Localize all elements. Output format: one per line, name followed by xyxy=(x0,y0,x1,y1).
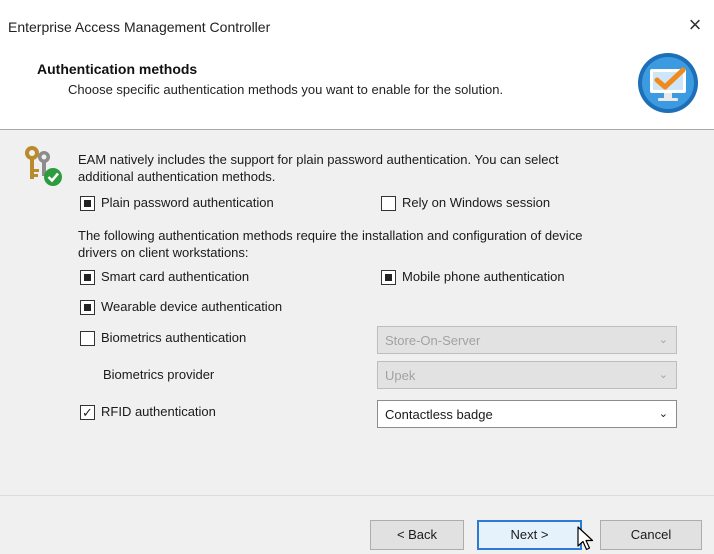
biometrics-label: Biometrics authentication xyxy=(101,330,247,345)
plain-password-label: Plain password authentication xyxy=(101,195,274,210)
title-bar: Enterprise Access Management Controller … xyxy=(0,0,714,38)
next-button[interactable]: Next > xyxy=(477,520,582,550)
chevron-down-icon: ⌄ xyxy=(658,334,668,346)
wizard-header: Authentication methods Choose specific a… xyxy=(0,38,714,130)
close-icon[interactable]: × xyxy=(684,14,706,36)
keys-icon xyxy=(25,146,62,186)
biometrics-provider-label: Biometrics provider xyxy=(103,367,215,382)
intro-text-line-2: additional authentication methods. xyxy=(78,169,276,184)
chevron-down-icon: ⌄ xyxy=(658,369,668,381)
windows-session-label: Rely on Windows session xyxy=(402,195,551,210)
biometrics-storage-value: Store-On-Server xyxy=(385,333,481,348)
biometrics-storage-select[interactable]: Store-On-Server ⌄ xyxy=(377,326,677,354)
biometrics-provider-select[interactable]: Upek ⌄ xyxy=(377,361,677,389)
plain-password-checkbox[interactable] xyxy=(80,196,95,211)
cancel-button[interactable]: Cancel xyxy=(600,520,702,550)
intro-text-line-1: EAM natively includes the support for pl… xyxy=(78,152,559,167)
mobile-phone-label: Mobile phone authentication xyxy=(402,269,565,284)
page-subtitle: Choose specific authentication methods y… xyxy=(68,82,504,97)
windows-session-checkbox[interactable] xyxy=(381,196,396,211)
mobile-phone-checkbox[interactable] xyxy=(381,270,396,285)
rfid-type-select[interactable]: Contactless badge ⌄ xyxy=(377,400,677,428)
biometrics-checkbox[interactable] xyxy=(80,331,95,346)
back-button[interactable]: < Back xyxy=(370,520,464,550)
chevron-down-icon: ⌄ xyxy=(658,408,668,420)
wearable-checkbox[interactable] xyxy=(80,300,95,315)
page-title: Authentication methods xyxy=(37,61,198,77)
smart-card-label: Smart card authentication xyxy=(101,269,250,284)
device-note-line-1: The following authentication methods req… xyxy=(78,228,583,243)
mouse-pointer-icon xyxy=(577,526,594,551)
biometrics-provider-value: Upek xyxy=(385,368,416,383)
monitor-check-icon xyxy=(638,53,698,113)
wizard-dialog: Enterprise Access Management Controller … xyxy=(0,0,714,554)
rfid-type-value: Contactless badge xyxy=(385,407,493,422)
wearable-label: Wearable device authentication xyxy=(101,299,283,314)
rfid-checkbox[interactable]: ✓ xyxy=(80,405,95,420)
device-note-line-2: drivers on client workstations: xyxy=(78,245,249,260)
window-title: Enterprise Access Management Controller xyxy=(8,19,271,35)
smart-card-checkbox[interactable] xyxy=(80,270,95,285)
rfid-label: RFID authentication xyxy=(101,404,216,419)
